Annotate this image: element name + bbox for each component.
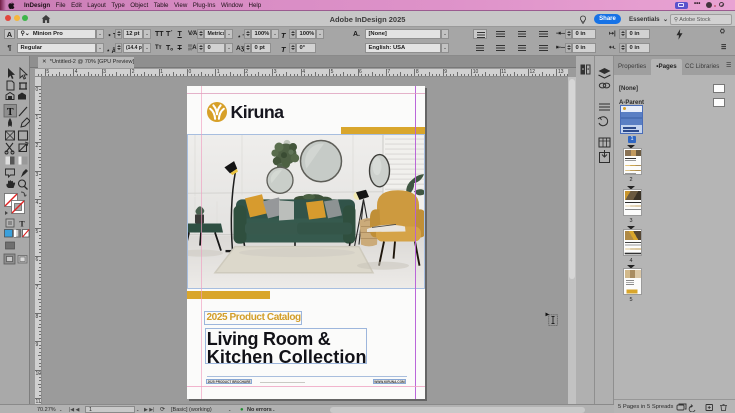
svg-text:T: T xyxy=(7,107,14,118)
svg-text:T: T xyxy=(19,220,25,229)
